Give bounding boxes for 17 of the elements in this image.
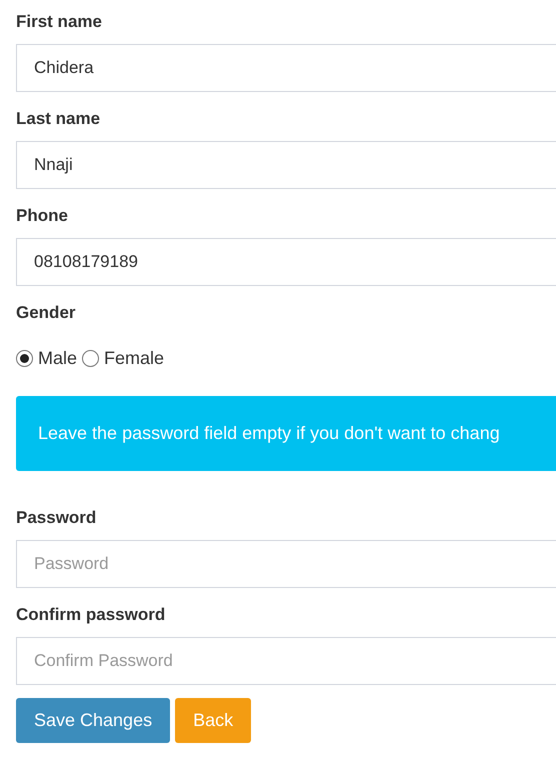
field-label: Confirm password (16, 604, 166, 626)
input-field[interactable]: Chidera (16, 44, 556, 92)
info-alert: Leave the password field empty if you don't want to chang (16, 396, 556, 471)
radio-button[interactable] (82, 350, 100, 367)
field-label: Password (16, 507, 96, 529)
field-label: Last name (16, 108, 100, 130)
password-field[interactable]: Password (16, 540, 556, 588)
field-label: Phone (16, 205, 68, 227)
password-field[interactable]: Confirm Password (16, 637, 556, 685)
radio-label[interactable]: Female (104, 345, 164, 372)
radio-button[interactable] (16, 350, 33, 367)
save-button[interactable]: Save Changes (16, 698, 170, 743)
radio-label[interactable]: Male (38, 345, 78, 372)
field-label: First name (16, 11, 102, 33)
input-field[interactable]: Nnaji (16, 141, 556, 189)
field-label: Gender (16, 302, 76, 324)
input-field[interactable]: 08108179189 (16, 238, 556, 286)
